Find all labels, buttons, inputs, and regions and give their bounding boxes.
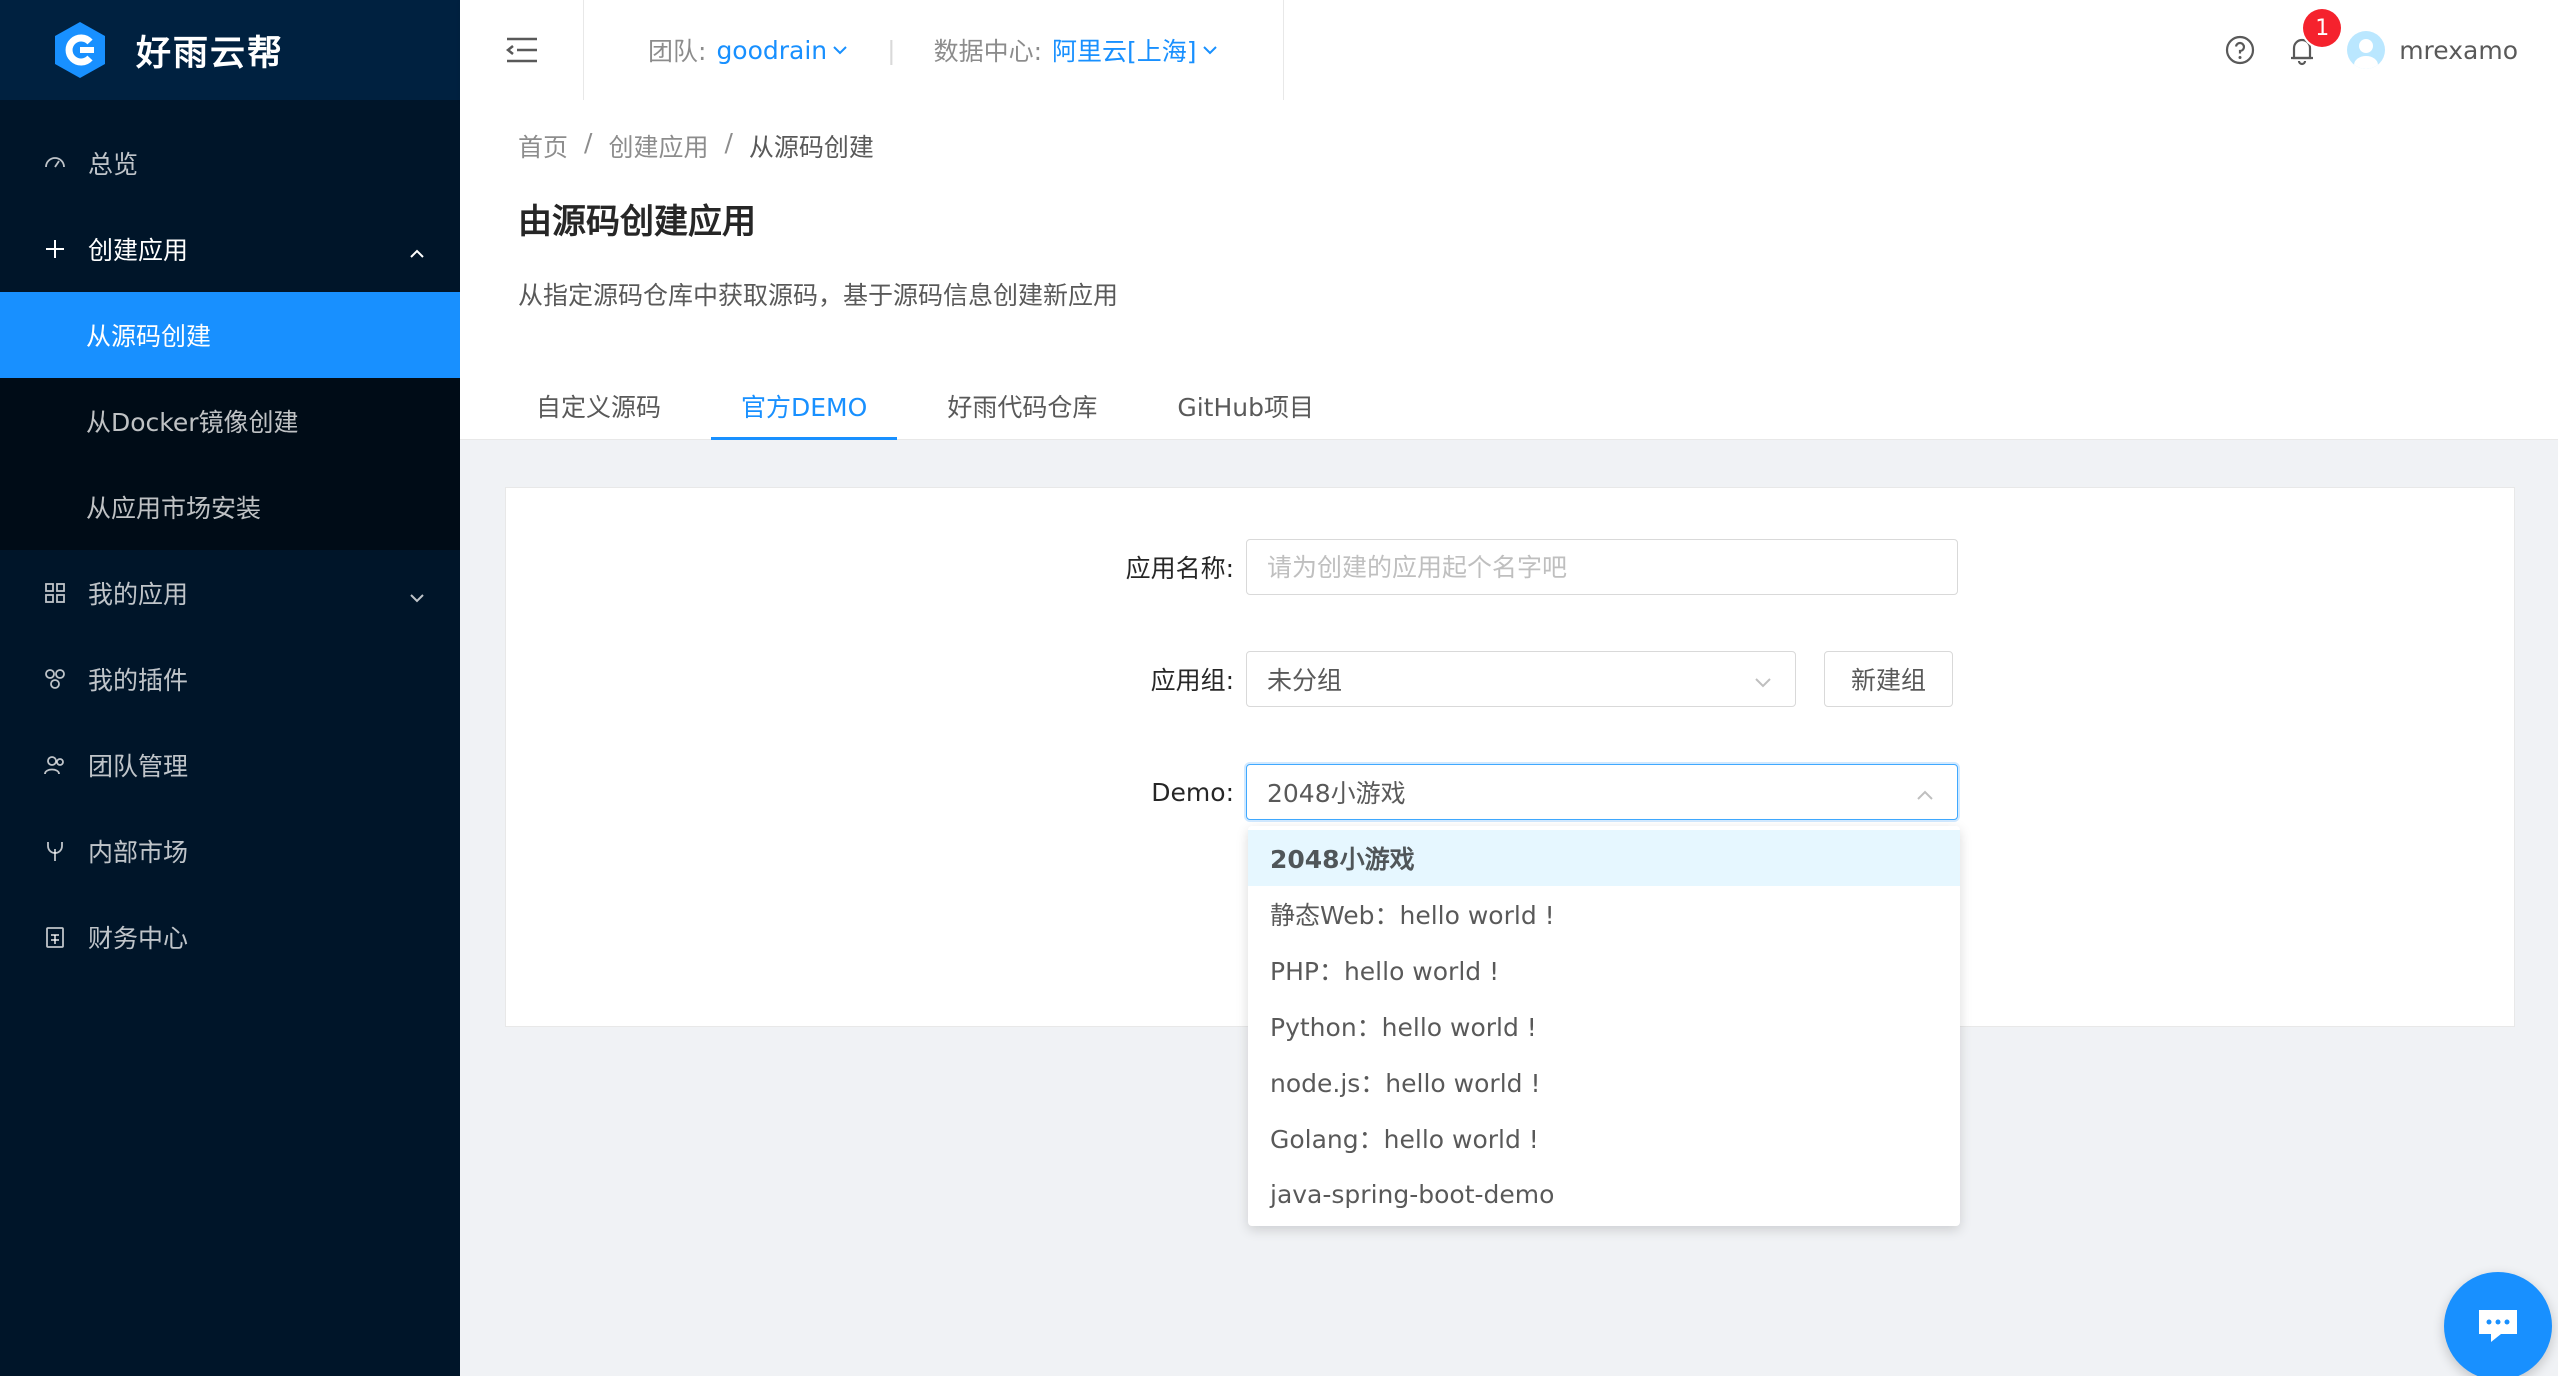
chevron-down-icon bbox=[1753, 669, 1773, 689]
tab-custom-source[interactable]: 自定义源码 bbox=[506, 370, 691, 440]
chevron-up-icon bbox=[1915, 782, 1935, 802]
sidebar: 好雨云帮 总览 创建应用 从源码创建 从Docker镜像创建 从应用市场安装 我… bbox=[0, 0, 460, 1376]
chevron-down-icon bbox=[408, 584, 426, 603]
menu-fold-icon bbox=[505, 37, 537, 63]
chevron-up-icon bbox=[408, 240, 426, 258]
sidebar-item-label: 团队管理 bbox=[88, 752, 189, 781]
api-icon bbox=[40, 664, 70, 694]
new-group-button[interactable]: 新建组 bbox=[1824, 651, 1954, 707]
sidebar-item-label: 从应用市场安装 bbox=[86, 494, 262, 523]
breadcrumb-separator: / bbox=[584, 128, 593, 157]
team-dropdown[interactable]: goodrain bbox=[716, 36, 849, 65]
team-value: goodrain bbox=[716, 35, 828, 65]
tab-goodrain-repo[interactable]: 好雨代码仓库 bbox=[917, 370, 1127, 440]
datacenter-dropdown[interactable]: 阿里云[上海] bbox=[1052, 32, 1219, 68]
sidebar-item-from-source[interactable]: 从源码创建 bbox=[0, 292, 460, 378]
top-header: 团队: goodrain | 数据中心: 阿里云[上海] 1 mrexamo bbox=[460, 0, 2558, 100]
sidebar-item-label: 总览 bbox=[88, 150, 139, 179]
user-icon bbox=[2354, 39, 2379, 69]
notification-badge: 1 bbox=[2303, 9, 2342, 47]
sidebar-item-dashboard[interactable]: 总览 bbox=[0, 120, 460, 206]
app-group-value: 未分组 bbox=[1267, 666, 1343, 695]
form-row-name: 应用名称: bbox=[1046, 539, 1958, 595]
app-name: 好雨云帮 bbox=[136, 33, 285, 74]
message-icon bbox=[2479, 1310, 2517, 1342]
demo-option[interactable]: java-spring-boot-demo bbox=[1248, 1166, 1960, 1222]
breadcrumb-create-app[interactable]: 创建应用 bbox=[608, 128, 708, 164]
fork-icon bbox=[40, 836, 70, 866]
demo-value: 2048小游戏 bbox=[1267, 779, 1406, 808]
demo-option[interactable]: PHP：hello world ! bbox=[1248, 942, 1960, 998]
demo-dropdown: 2048小游戏 静态Web：hello world ! PHP：hello wo… bbox=[1248, 826, 1960, 1226]
tab-official-demo[interactable]: 官方DEMO bbox=[711, 370, 898, 440]
demo-option[interactable]: Python：hello world ! bbox=[1248, 998, 1960, 1054]
dashboard-icon bbox=[40, 148, 70, 178]
appstore-icon bbox=[40, 578, 70, 608]
divider: | bbox=[887, 35, 896, 65]
help-button[interactable] bbox=[2223, 33, 2257, 67]
sidebar-item-internal-market[interactable]: 内部市场 bbox=[0, 808, 460, 894]
sidebar-item-my-plugins[interactable]: 我的插件 bbox=[0, 636, 460, 722]
sidebar-item-team[interactable]: 团队管理 bbox=[0, 722, 460, 808]
app-group-select[interactable]: 未分组 bbox=[1246, 651, 1796, 707]
demo-select[interactable]: 2048小游戏 bbox=[1246, 764, 1958, 820]
demo-label: Demo: bbox=[1151, 777, 1234, 807]
form-row-demo: Demo: 2048小游戏 bbox=[1046, 764, 1958, 820]
avatar[interactable] bbox=[2347, 31, 2386, 69]
sidebar-item-label: 我的插件 bbox=[88, 666, 189, 695]
breadcrumb: 首页 / 创建应用 / 从源码创建 bbox=[518, 128, 874, 164]
sidebar-item-label: 我的应用 bbox=[88, 580, 189, 609]
app-name-input[interactable] bbox=[1246, 539, 1958, 595]
tabs: 自定义源码 官方DEMO 好雨代码仓库 GitHub项目 bbox=[506, 370, 1364, 440]
demo-option[interactable]: 静态Web：hello world ! bbox=[1248, 886, 1960, 942]
sidebar-item-label: 从源码创建 bbox=[86, 322, 212, 351]
demo-option[interactable]: node.js：hello world ! bbox=[1248, 1054, 1960, 1110]
page-header: 首页 / 创建应用 / 从源码创建 由源码创建应用 从指定源码仓库中获取源码，基… bbox=[460, 100, 2558, 440]
header-actions: 1 mrexamo bbox=[2223, 0, 2518, 100]
sidebar-item-label: 内部市场 bbox=[88, 838, 189, 867]
plus-icon bbox=[40, 234, 70, 264]
chevron-down-icon bbox=[1202, 46, 1217, 55]
chat-button[interactable] bbox=[2444, 1272, 2552, 1376]
page-title: 由源码创建应用 bbox=[518, 202, 756, 242]
datacenter-label: 数据中心: bbox=[933, 37, 1043, 66]
sidebar-item-from-market[interactable]: 从应用市场安装 bbox=[0, 464, 460, 550]
question-circle-icon bbox=[2226, 35, 2255, 65]
sidebar-item-create-app[interactable]: 创建应用 bbox=[0, 206, 460, 292]
sidebar-item-my-apps[interactable]: 我的应用 bbox=[0, 550, 460, 636]
demo-option[interactable]: 2048小游戏 bbox=[1248, 830, 1960, 886]
tab-github-project[interactable]: GitHub项目 bbox=[1147, 370, 1344, 440]
app-name-label: 应用名称: bbox=[1125, 554, 1234, 583]
sidebar-item-label: 财务中心 bbox=[88, 924, 189, 953]
page-description: 从指定源码仓库中获取源码，基于源码信息创建新应用 bbox=[518, 281, 1119, 310]
app-group-label: 应用组: bbox=[1150, 666, 1234, 695]
sidebar-item-from-docker[interactable]: 从Docker镜像创建 bbox=[0, 378, 460, 464]
logo-icon bbox=[50, 20, 110, 80]
datacenter-value: 阿里云[上海] bbox=[1052, 37, 1197, 66]
demo-option[interactable]: Golang：hello world ! bbox=[1248, 1110, 1960, 1166]
sidebar-item-label: 从Docker镜像创建 bbox=[86, 408, 299, 437]
notification-button[interactable]: 1 bbox=[2285, 9, 2342, 67]
breadcrumb-home[interactable]: 首页 bbox=[518, 128, 568, 164]
team-label: 团队: bbox=[648, 37, 707, 66]
breadcrumb-separator: / bbox=[724, 128, 733, 157]
form-row-group: 应用组: 未分组 新建组 bbox=[1046, 651, 1954, 707]
menu-fold-button[interactable] bbox=[460, 0, 584, 100]
username[interactable]: mrexamo bbox=[2399, 36, 2518, 65]
account-book-icon bbox=[40, 922, 70, 952]
submenu-create-app: 从源码创建 从Docker镜像创建 从应用市场安装 bbox=[0, 292, 460, 550]
team-icon bbox=[40, 750, 70, 780]
chevron-down-icon bbox=[833, 46, 847, 55]
team-selector-area: 团队: goodrain | 数据中心: 阿里云[上海] bbox=[584, 0, 1284, 100]
logo-bar: 好雨云帮 bbox=[0, 0, 460, 100]
sidebar-item-finance[interactable]: 财务中心 bbox=[0, 894, 460, 980]
side-menu: 总览 创建应用 从源码创建 从Docker镜像创建 从应用市场安装 我的应用 我… bbox=[0, 100, 460, 980]
breadcrumb-current: 从源码创建 bbox=[748, 133, 874, 162]
sidebar-item-label: 创建应用 bbox=[88, 236, 189, 265]
